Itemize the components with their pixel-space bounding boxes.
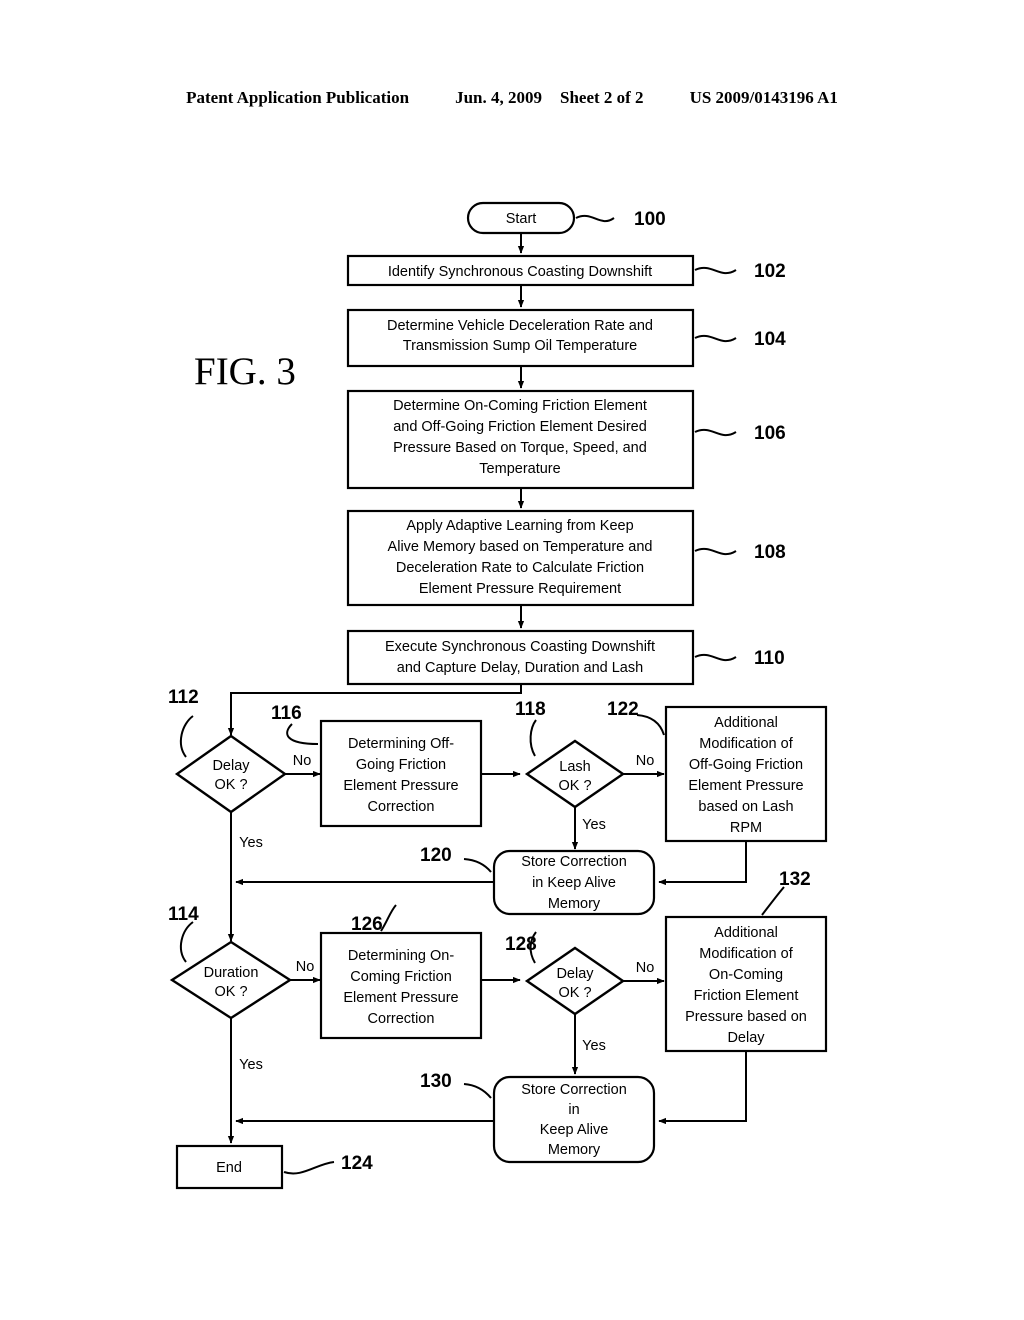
node-110-line-0: Execute Synchronous Coasting Downshift [385,639,655,655]
ref-112: 112 [168,687,199,708]
ref-100: 100 [634,209,666,230]
leader-122 [636,714,665,736]
leader-104 [694,335,737,343]
node-132-line-4: Pressure based on [685,1009,807,1025]
ref-122: 122 [607,699,639,720]
ref-120: 120 [420,845,452,866]
node-126-line-0: Determining On- [348,948,455,964]
node-106-line-0: Determine On-Coming Friction Element [393,398,647,414]
node-114-line-1: OK ? [214,984,247,1000]
edge-label-yes-128: Yes [582,1038,606,1054]
edge-132-to-130 [658,1051,747,1125]
node-122-line-1: Modification of [699,736,793,752]
leader-100 [575,215,615,223]
ref-130: 130 [420,1071,452,1092]
node-132-line-3: Friction Element [694,988,799,1004]
node-106-line-2: Pressure Based on Torque, Speed, and [393,440,647,456]
ref-118: 118 [515,699,546,720]
node-132-line-2: On-Coming [709,967,783,983]
node-122-line-2: Off-Going Friction [689,757,803,773]
node-128-line-1: OK ? [558,985,591,1001]
leader-108 [694,548,737,556]
node-122-line-5: RPM [730,820,762,836]
node-130-line-1: in [568,1102,579,1118]
node-116-line-0: Determining Off- [348,736,454,752]
leader-112 [179,715,194,758]
edge-122-to-120 [658,841,747,886]
leader-116 [286,723,319,745]
leader-124 [283,1161,335,1175]
node-106-line-3: Temperature [479,461,560,477]
edge-label-no-118: No [636,753,655,769]
edge-label-no-114: No [296,959,315,975]
node-120-line-1: in Keep Alive [532,875,616,891]
node-128-line-0: Delay [556,966,594,982]
leader-132 [761,886,785,916]
node-132-line-0: Additional [714,925,778,941]
leader-106 [694,429,737,437]
leader-126 [380,904,397,932]
ref-128: 128 [505,934,537,955]
node-130-line-0: Store Correction [521,1082,627,1098]
edge-label-no-128: No [636,960,655,976]
node-132-line-1: Modification of [699,946,793,962]
node-102-line-0: Identify Synchronous Coasting Downshift [388,264,652,280]
ref-104: 104 [754,329,786,350]
ref-102: 102 [754,261,786,282]
node-108-line-1: Alive Memory based on Temperature and [388,539,653,555]
leader-130 [463,1083,492,1099]
figure-label: FIG. 3 [194,350,296,393]
node-130-line-3: Memory [548,1142,601,1158]
node-106-line-1: and Off-Going Friction Element Desired [393,419,647,435]
node-108-line-0: Apply Adaptive Learning from Keep [406,518,633,534]
node-132-line-5: Delay [727,1030,765,1046]
leader-102 [694,267,737,275]
node-start-label: Start [506,211,537,227]
node-108-line-3: Element Pressure Requirement [419,581,621,597]
edge-label-yes-114: Yes [239,1057,263,1073]
node-122-line-3: Element Pressure [688,778,803,794]
node-116-line-1: Going Friction [356,757,446,773]
node-130-line-2: Keep Alive [540,1122,609,1138]
leader-114 [179,921,194,963]
ref-132: 132 [779,869,811,890]
patent-page: Patent Application Publication Jun. 4, 2… [0,0,1024,1320]
node-116-line-2: Element Pressure [343,778,458,794]
node-122-line-0: Additional [714,715,778,731]
node-110-line-1: and Capture Delay, Duration and Lash [397,660,643,676]
node-114-line-0: Duration [204,965,259,981]
node-116-line-3: Correction [368,799,435,815]
ref-110: 110 [754,648,785,669]
ref-106: 106 [754,423,786,444]
node-112-decision [174,734,288,814]
edge-label-yes-112: Yes [239,835,263,851]
node-end-label: End [216,1160,242,1176]
node-126-line-1: Coming Friction [350,969,452,985]
node-126-line-2: Element Pressure [343,990,458,1006]
leader-110 [694,654,737,662]
edge-label-no-112: No [293,753,312,769]
leader-120 [463,858,492,873]
node-120-line-2: Memory [548,896,601,912]
node-108-line-2: Deceleration Rate to Calculate Friction [396,560,644,576]
ref-108: 108 [754,542,786,563]
node-126-line-3: Correction [368,1011,435,1027]
node-112-line-1: OK ? [214,777,247,793]
node-118-line-1: OK ? [558,778,591,794]
node-112-line-0: Delay [212,758,250,774]
leader-118 [529,719,537,757]
node-104-line-0: Determine Vehicle Deceleration Rate and [387,318,653,334]
node-118-line-0: Lash [559,759,590,775]
edge-label-yes-118: Yes [582,817,606,833]
ref-124: 124 [341,1153,373,1174]
ref-114: 114 [168,904,199,925]
node-120-line-0: Store Correction [521,854,627,870]
ref-116: 116 [271,703,302,724]
node-122-line-4: based on Lash [698,799,793,815]
node-104-line-1: Transmission Sump Oil Temperature [403,338,638,354]
flowchart-diagram: FIG. 3 Start 100 Identify Synchronous Co… [168,201,828,1190]
ref-126: 126 [351,914,383,935]
